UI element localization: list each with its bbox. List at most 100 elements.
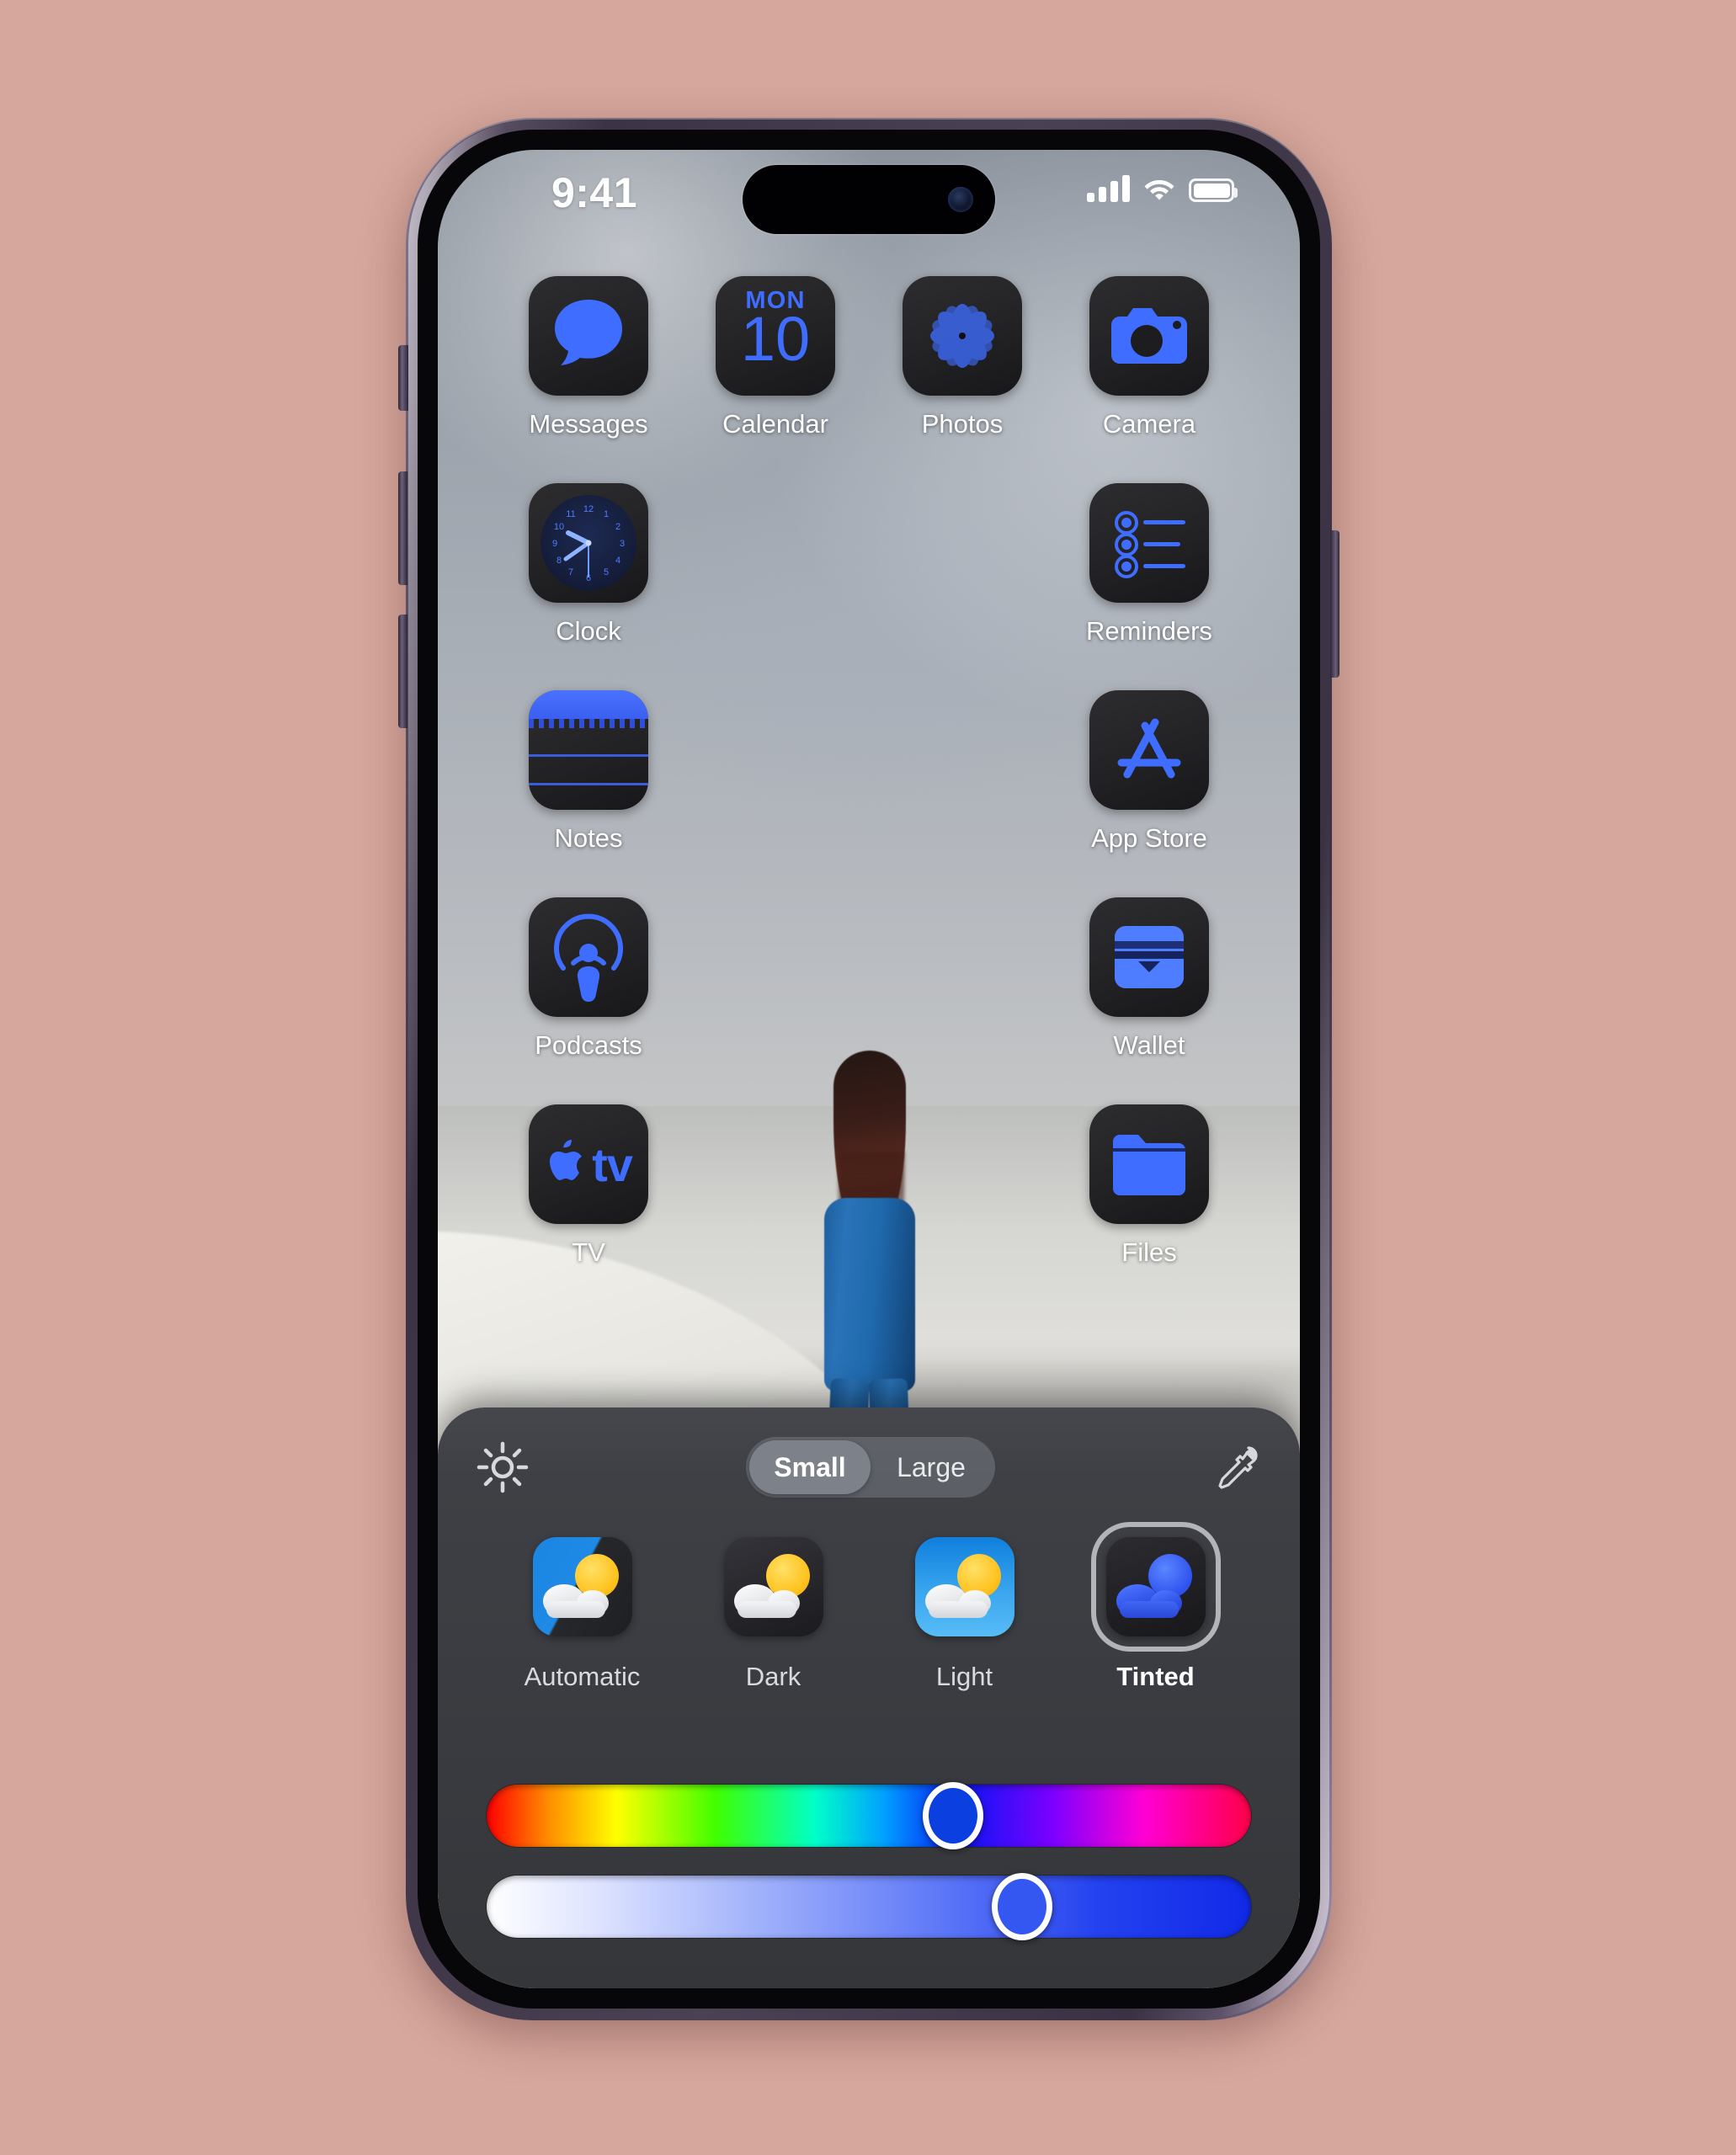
app-icon-calendar[interactable]: MON 10 Calendar [700,276,851,439]
battery-full-icon [1189,178,1238,202]
volume-up-button[interactable] [398,471,407,585]
app-icon-wallet[interactable]: Wallet [1073,897,1225,1061]
cloud-glyph [1116,1576,1182,1618]
cloud-glyph [924,1576,991,1618]
svg-text:8: 8 [556,556,562,566]
app-label: App Store [1091,823,1207,853]
saturation-slider-thumb[interactable] [991,1873,1052,1940]
mode-tile-hitbox-light[interactable] [905,1527,1025,1647]
appearance-mode-dark[interactable]: Dark [714,1527,833,1692]
wallet-icon[interactable] [1089,897,1209,1017]
brightness-sun-icon[interactable] [477,1441,529,1493]
mode-tile-hitbox-tinted[interactable] [1096,1527,1216,1647]
app-label: Files [1121,1237,1177,1267]
apple-tv-icon[interactable]: tv [529,1104,648,1224]
notes-rule-line [529,783,648,785]
wifi-icon [1144,180,1174,200]
notes-perforation [529,719,648,728]
notes-rule-line [529,754,648,757]
saturation-slider[interactable] [487,1873,1251,1940]
front-camera-icon [948,187,973,212]
mode-label: Automatic [524,1662,641,1691]
segment-option-small[interactable]: Small [749,1440,871,1494]
app-icon-messages[interactable]: Messages [513,276,664,439]
notes-header-band [529,690,648,719]
mode-label: Tinted [1116,1662,1195,1691]
appearance-mode-automatic[interactable]: Automatic [523,1527,642,1692]
app-label: Wallet [1113,1030,1185,1060]
mute-switch-button[interactable] [398,345,408,411]
mode-tile-hitbox-automatic[interactable] [523,1527,642,1647]
app-icon-reminders[interactable]: Reminders [1073,483,1225,646]
weather-icon-light[interactable] [914,1537,1014,1636]
segment-option-large[interactable]: Large [871,1440,992,1494]
svg-text:4: 4 [615,556,620,566]
hue-slider-thumb[interactable] [922,1782,983,1849]
app-icon-notes[interactable]: Notes [513,690,664,854]
svg-text:2: 2 [615,522,620,532]
appearance-customization-panel: Small Large Automatic Dark Light Tinted [438,1407,1300,1988]
mode-label: Dark [745,1662,801,1691]
appearance-mode-tinted[interactable]: Tinted [1096,1527,1216,1692]
phone-frame: 9:41 Messages MON 10 Calendar Photos Cam… [398,118,1339,2020]
calendar-icon[interactable]: MON 10 [716,276,835,396]
app-label: Reminders [1086,616,1212,646]
svg-text:11: 11 [566,509,575,519]
messages-icon[interactable] [529,276,648,396]
dynamic-island [743,165,995,234]
app-label: Podcasts [535,1030,642,1060]
camera-icon[interactable] [1089,276,1209,396]
weather-icon-automatic[interactable] [532,1537,632,1636]
files-icon[interactable] [1089,1104,1209,1224]
cellular-bars-icon [1087,175,1130,202]
app-icon-podcasts[interactable]: Podcasts [513,897,664,1061]
svg-text:7: 7 [568,567,573,577]
svg-text:1: 1 [604,509,609,519]
app-label: TV [572,1237,605,1267]
app-icon-apple-tv[interactable]: tv TV [513,1104,664,1268]
volume-down-button[interactable] [398,615,407,728]
status-bar: 9:41 [438,150,1300,242]
phone-screen: 9:41 Messages MON 10 Calendar Photos Cam… [438,150,1300,1988]
side-power-button[interactable] [1330,530,1339,678]
svg-text:12: 12 [583,504,594,514]
panel-toolbar: Small Large [438,1426,1300,1508]
cloud-glyph [542,1576,609,1618]
svg-text:9: 9 [552,539,557,549]
phone-bezel: 9:41 Messages MON 10 Calendar Photos Cam… [418,130,1320,2009]
app-icon-photos[interactable]: Photos [887,276,1038,439]
app-icon-camera[interactable]: Camera [1073,276,1225,439]
app-icon-app-store[interactable]: App Store [1073,690,1225,854]
photos-icon[interactable] [903,276,1022,396]
mode-tile-hitbox-dark[interactable] [714,1527,833,1647]
app-label: Camera [1102,409,1196,439]
app-label: Clock [556,616,621,646]
icon-size-segmented-control[interactable]: Small Large [746,1437,995,1498]
app-label: Photos [921,409,1004,439]
podcasts-icon[interactable] [529,897,648,1017]
app-store-icon[interactable] [1089,690,1209,810]
svg-text:5: 5 [604,567,609,577]
apple-tv-wordmark: tv [592,1137,633,1191]
app-icon-grid: Messages MON 10 Calendar Photos Camera 1… [438,276,1300,1268]
app-icon-files[interactable]: Files [1073,1104,1225,1268]
status-bar-clock: 9:41 [551,169,638,216]
svg-text:10: 10 [554,522,564,532]
reminders-icon[interactable] [1089,483,1209,603]
cloud-glyph [733,1576,800,1618]
app-label: Calendar [722,409,828,439]
weather-icon-tinted[interactable] [1105,1537,1206,1636]
notes-icon[interactable] [529,690,648,810]
apple-logo-glyph [550,1140,583,1180]
eyedropper-icon[interactable] [1212,1443,1261,1492]
appearance-mode-row: Automatic Dark Light Tinted [438,1527,1300,1692]
appearance-mode-light[interactable]: Light [905,1527,1025,1692]
hue-slider[interactable] [487,1782,1251,1849]
app-label: Messages [529,409,648,439]
app-icon-clock[interactable]: 12 1 2 345 678 9 10 11 Clock [513,483,664,646]
svg-text:3: 3 [620,539,625,549]
clock-icon[interactable]: 12 1 2 345 678 9 10 11 [529,483,648,603]
app-label: Notes [554,823,623,853]
status-bar-indicators [1087,175,1238,202]
weather-icon-dark[interactable] [723,1537,823,1636]
